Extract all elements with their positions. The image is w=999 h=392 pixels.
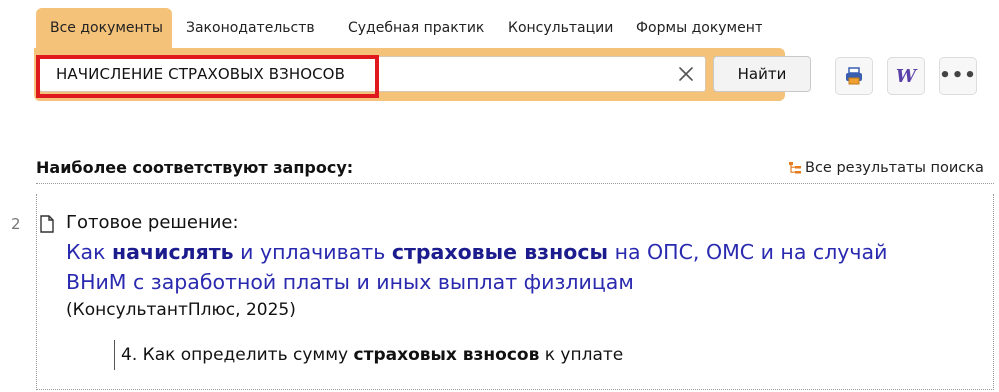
fragment-highlight: страховых взносов (353, 345, 540, 365)
document-icon (40, 215, 54, 233)
more-icon: ••• (939, 65, 977, 86)
all-results-label: Все результаты поиска (805, 160, 984, 176)
print-button[interactable] (835, 57, 873, 95)
result-fragment-link[interactable]: 4. Как определить сумму страховых взносо… (114, 340, 623, 370)
search-input-value: НАЧИСЛЕНИЕ СТРАХОВЫХ ВЗНОСОВ (56, 65, 345, 83)
results-header: Наиболее соответствуют запросу: (36, 158, 354, 177)
fragment-part: 4. Как определить сумму (121, 345, 354, 365)
result-title-link[interactable]: Как начислять и уплачивать страховые взн… (66, 237, 916, 297)
search-bar: НАЧИСЛЕНИЕ СТРАХОВЫХ ВЗНОСОВ Найти (34, 48, 811, 101)
result-kind: Готовое решение: (66, 212, 239, 233)
title-highlight: страховые взносы (391, 240, 609, 264)
word-export-button[interactable]: W (887, 57, 925, 95)
tab-legislation[interactable]: Законодательств (172, 8, 334, 48)
tree-list-icon (789, 162, 801, 174)
result-source: (КонсультантПлюс, 2025) (66, 300, 296, 320)
more-button[interactable]: ••• (939, 57, 977, 95)
tab-consultations[interactable]: Консультации (494, 8, 622, 48)
all-results-link[interactable]: Все результаты поиска (788, 160, 984, 176)
tab-court-practice[interactable]: Судебная практик (334, 8, 494, 48)
search-tabs: Все документы Законодательств Судебная п… (36, 8, 762, 48)
printer-icon (846, 67, 862, 85)
header-divider (36, 183, 994, 184)
word-icon: W (895, 65, 917, 87)
tab-all-documents[interactable]: Все документы (36, 8, 172, 48)
title-part: и уплачивать (233, 240, 392, 264)
close-icon[interactable] (677, 65, 695, 83)
search-input[interactable]: НАЧИСЛЕНИЕ СТРАХОВЫХ ВЗНОСОВ (39, 56, 706, 92)
title-part: Как (66, 240, 113, 264)
fragment-part: к уплате (539, 345, 624, 365)
title-highlight: начислять (112, 240, 234, 264)
tab-document-forms[interactable]: Формы документ (622, 8, 762, 48)
result-number: 2 (11, 215, 21, 233)
find-button[interactable]: Найти (713, 56, 811, 92)
